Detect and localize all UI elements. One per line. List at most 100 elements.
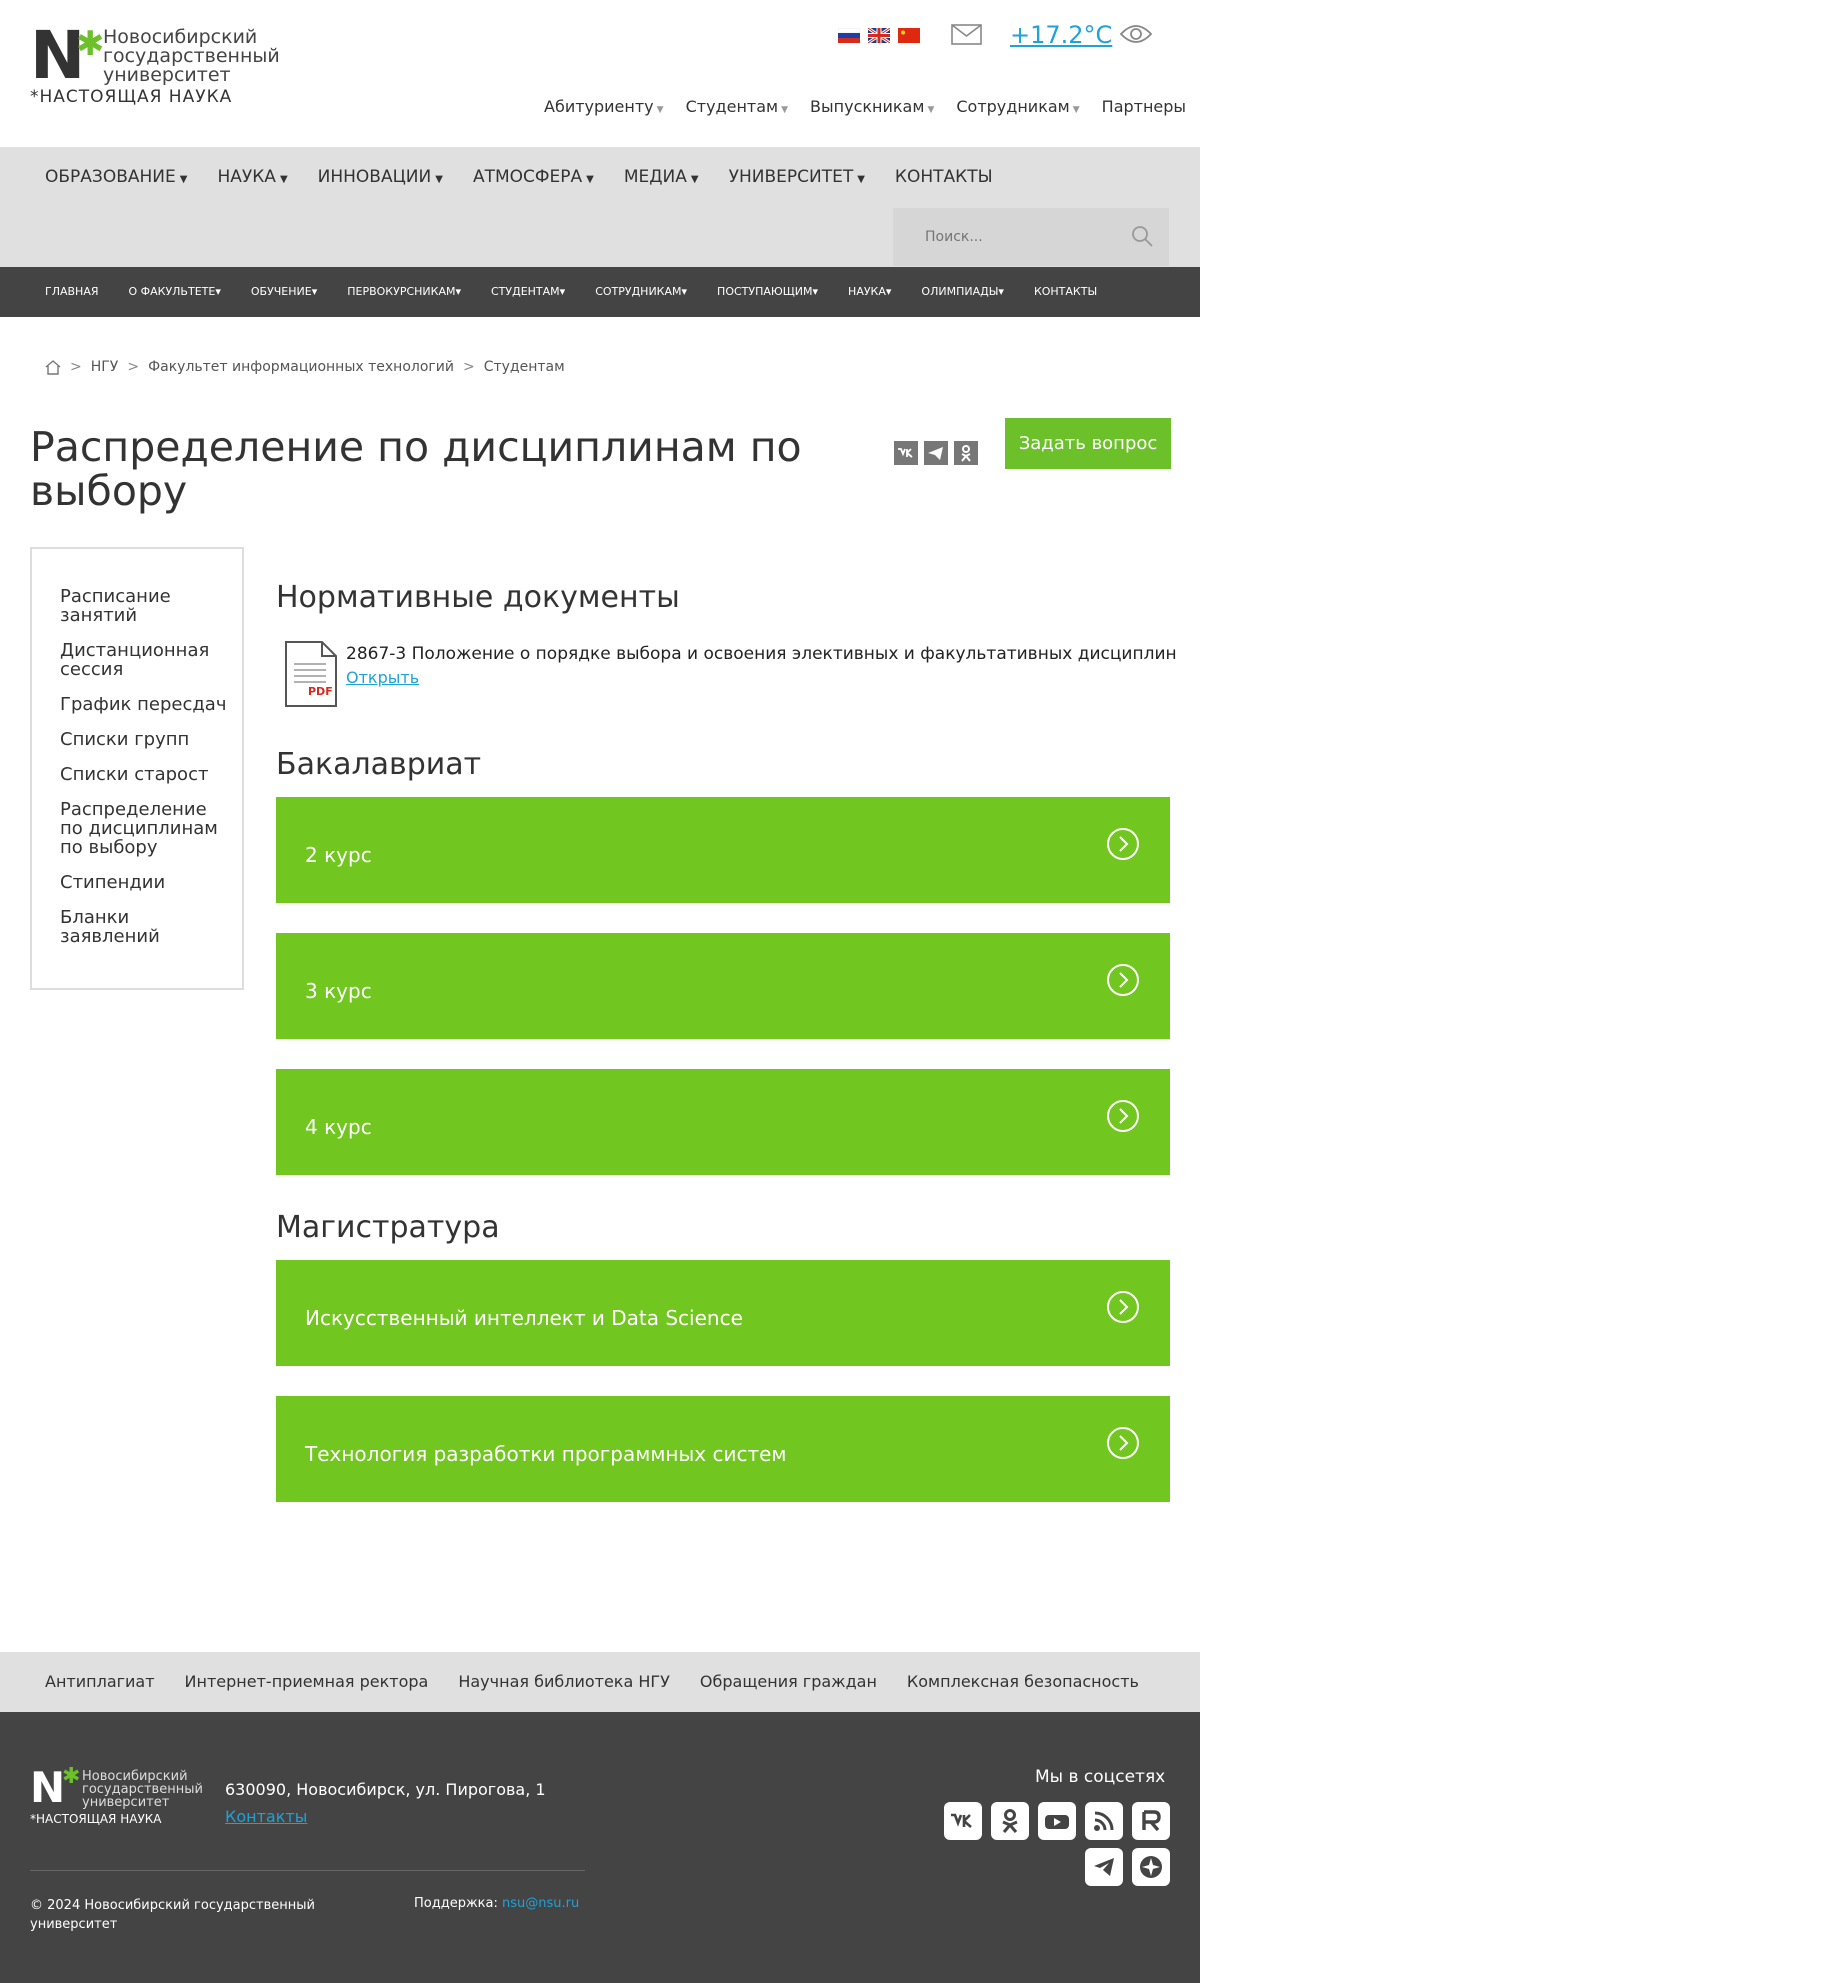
top-nav-item[interactable]: Абитуриенту ▼ bbox=[544, 97, 664, 116]
youtube-icon[interactable] bbox=[1038, 1802, 1076, 1840]
document-open-link[interactable]: Открыть bbox=[346, 668, 419, 687]
main-nav-item[interactable]: МЕДИА ▼ bbox=[624, 167, 699, 187]
footer-logo-letter[interactable]: N bbox=[30, 1767, 65, 1809]
share-buttons bbox=[894, 441, 978, 465]
footer-contacts-link[interactable]: Контакты bbox=[225, 1807, 307, 1826]
side-menu: Расписание занятий Дистанционная сессия … bbox=[30, 547, 244, 990]
vk-icon[interactable] bbox=[944, 1802, 982, 1840]
rss-icon[interactable] bbox=[1085, 1802, 1123, 1840]
main-nav-label: НАУКА bbox=[217, 167, 276, 187]
footer-link[interactable]: Интернет-приемная ректора bbox=[185, 1672, 429, 1691]
docs-heading: Нормативные документы bbox=[276, 580, 680, 615]
flag-cn-icon[interactable] bbox=[898, 28, 920, 43]
accordion-item[interactable]: 4 курс bbox=[276, 1069, 1170, 1175]
side-menu-item[interactable]: Списки старост bbox=[60, 765, 230, 784]
accordion-label: Технология разработки программных систем bbox=[305, 1442, 787, 1466]
faculty-nav-item[interactable]: О ФАКУЛЬТЕТЕ▾ bbox=[129, 285, 221, 298]
accordion-item[interactable]: Технология разработки программных систем bbox=[276, 1396, 1170, 1502]
faculty-nav-item[interactable]: СТУДЕНТАМ▾ bbox=[491, 285, 565, 298]
chevron-down-icon: ▾ bbox=[455, 285, 461, 298]
logo-letter[interactable]: N bbox=[30, 23, 85, 89]
breadcrumb-link-faculty[interactable]: Факультет информационных технологий bbox=[148, 359, 454, 375]
side-menu-item[interactable]: Распределение по дисциплинам по выбору bbox=[60, 800, 230, 857]
logo-star: ✱ bbox=[76, 24, 105, 64]
footer-copyright: © 2024 Новосибирский государственный уни… bbox=[30, 1898, 315, 1932]
accordion-item[interactable]: 3 курс bbox=[276, 933, 1170, 1039]
top-nav-item[interactable]: Студентам ▼ bbox=[686, 97, 788, 116]
share-vk-icon[interactable] bbox=[894, 441, 918, 465]
breadcrumb-link-nsu[interactable]: НГУ bbox=[91, 359, 119, 375]
rutube-icon[interactable] bbox=[1132, 1802, 1170, 1840]
faculty-nav-item[interactable]: СОТРУДНИКАМ▾ bbox=[595, 285, 687, 298]
home-icon[interactable] bbox=[45, 359, 61, 375]
faculty-nav-item[interactable]: КОНТАКТЫ bbox=[1034, 285, 1097, 298]
search-icon[interactable] bbox=[1131, 225, 1153, 247]
footer-link[interactable]: Научная библиотека НГУ bbox=[458, 1672, 670, 1691]
side-menu-item[interactable]: График пересдач bbox=[60, 695, 230, 714]
chevron-down-icon: ▾ bbox=[559, 285, 566, 298]
share-telegram-icon[interactable] bbox=[924, 441, 948, 465]
side-menu-item[interactable]: Списки групп bbox=[60, 730, 230, 749]
master-heading: Магистратура bbox=[276, 1210, 500, 1245]
bachelor-heading: Бакалавриат bbox=[276, 747, 482, 782]
breadcrumb-separator: > bbox=[462, 359, 475, 375]
mail-icon[interactable] bbox=[951, 24, 982, 45]
ok-icon[interactable] bbox=[991, 1802, 1029, 1840]
chevron-down-icon: ▾ bbox=[885, 285, 892, 298]
logo-slogan: *НАСТОЯЩАЯ НАУКА bbox=[30, 87, 233, 107]
faculty-nav-label: ОБУЧЕНИЕ bbox=[250, 285, 312, 298]
footer-link[interactable]: Антиплагиат bbox=[45, 1672, 155, 1691]
top-nav-label: Сотрудникам bbox=[956, 97, 1070, 116]
faculty-nav-item[interactable]: ПОСТУПАЮЩИМ▾ bbox=[717, 285, 818, 298]
share-ok-icon[interactable] bbox=[954, 441, 978, 465]
search-input[interactable] bbox=[923, 228, 1107, 246]
faculty-nav-item[interactable]: ПЕРВОКУРСНИКАМ▾ bbox=[347, 285, 461, 298]
footer-link[interactable]: Комплексная безопасность bbox=[907, 1672, 1139, 1691]
main-nav-item[interactable]: АТМОСФЕРА ▼ bbox=[473, 167, 594, 187]
top-nav-item[interactable]: Партнеры bbox=[1102, 97, 1186, 116]
chevron-down-icon: ▼ bbox=[927, 105, 935, 115]
chevron-right-circle-icon bbox=[1107, 1100, 1139, 1132]
chevron-down-icon: ▾ bbox=[998, 285, 1004, 298]
main-nav-item[interactable]: НАУКА ▼ bbox=[217, 167, 287, 187]
main-nav-item[interactable]: УНИВЕРСИТЕТ ▼ bbox=[729, 167, 865, 187]
side-menu-item[interactable]: Расписание занятий bbox=[60, 587, 230, 625]
top-nav-item[interactable]: Сотрудникам ▼ bbox=[956, 97, 1079, 116]
social-title: Мы в соцсетях bbox=[1035, 1767, 1166, 1787]
logo-line3: университет bbox=[103, 64, 231, 86]
faculty-nav-item[interactable]: НАУКА▾ bbox=[848, 285, 891, 298]
accordion-item[interactable]: Искусственный интеллект и Data Science bbox=[276, 1260, 1170, 1366]
chevron-down-icon: ▾ bbox=[812, 285, 819, 298]
logo-text[interactable]: Новосибирский государственный университе… bbox=[103, 28, 280, 85]
main-nav-item[interactable]: КОНТАКТЫ bbox=[895, 167, 993, 187]
accordion-item[interactable]: 2 курс bbox=[276, 797, 1170, 903]
main-nav-label: КОНТАКТЫ bbox=[894, 167, 993, 187]
eye-icon[interactable] bbox=[1120, 23, 1152, 45]
accordion-label: 2 курс bbox=[305, 843, 372, 867]
plus-icon[interactable] bbox=[1132, 1848, 1170, 1886]
flag-ru-icon[interactable] bbox=[838, 28, 860, 43]
support-email-link[interactable]: nsu@nsu.ru bbox=[502, 1896, 579, 1911]
footer-link[interactable]: Обращения граждан bbox=[700, 1672, 877, 1691]
flag-uk-icon[interactable] bbox=[868, 28, 890, 43]
faculty-nav-item[interactable]: ГЛАВНАЯ bbox=[45, 285, 99, 298]
faculty-nav-item[interactable]: ОБУЧЕНИЕ▾ bbox=[251, 285, 317, 298]
side-menu-item[interactable]: Бланки заявлений bbox=[60, 908, 230, 946]
side-menu-item[interactable]: Дистанционная сессия bbox=[60, 641, 230, 679]
top-nav: Абитуриенту ▼ Студентам ▼ Выпускникам ▼ Сот… bbox=[544, 97, 1186, 116]
chevron-down-icon: ▼ bbox=[857, 174, 865, 185]
faculty-nav-label: ГЛАВНАЯ bbox=[45, 285, 99, 298]
faculty-nav-label: СОТРУДНИКАМ bbox=[595, 285, 682, 298]
telegram-icon[interactable] bbox=[1085, 1848, 1123, 1886]
main-nav-item[interactable]: ОБРАЗОВАНИЕ ▼ bbox=[45, 167, 187, 187]
top-nav-item[interactable]: Выпускникам ▼ bbox=[810, 97, 934, 116]
accordion-label: 4 курс bbox=[305, 1115, 372, 1139]
faculty-nav-item[interactable]: ОЛИМПИАДЫ▾ bbox=[921, 285, 1004, 298]
chevron-down-icon: ▾ bbox=[215, 285, 221, 298]
ask-question-button[interactable]: Задать вопрос bbox=[1005, 418, 1171, 469]
temperature-link[interactable]: +17.2°C bbox=[1010, 21, 1112, 49]
breadcrumb-current: Студентам bbox=[483, 359, 565, 375]
side-menu-item[interactable]: Стипендии bbox=[60, 873, 230, 892]
accordion-label: Искусственный интеллект и Data Science bbox=[305, 1306, 743, 1330]
main-nav-item[interactable]: ИННОВАЦИИ ▼ bbox=[318, 167, 443, 187]
